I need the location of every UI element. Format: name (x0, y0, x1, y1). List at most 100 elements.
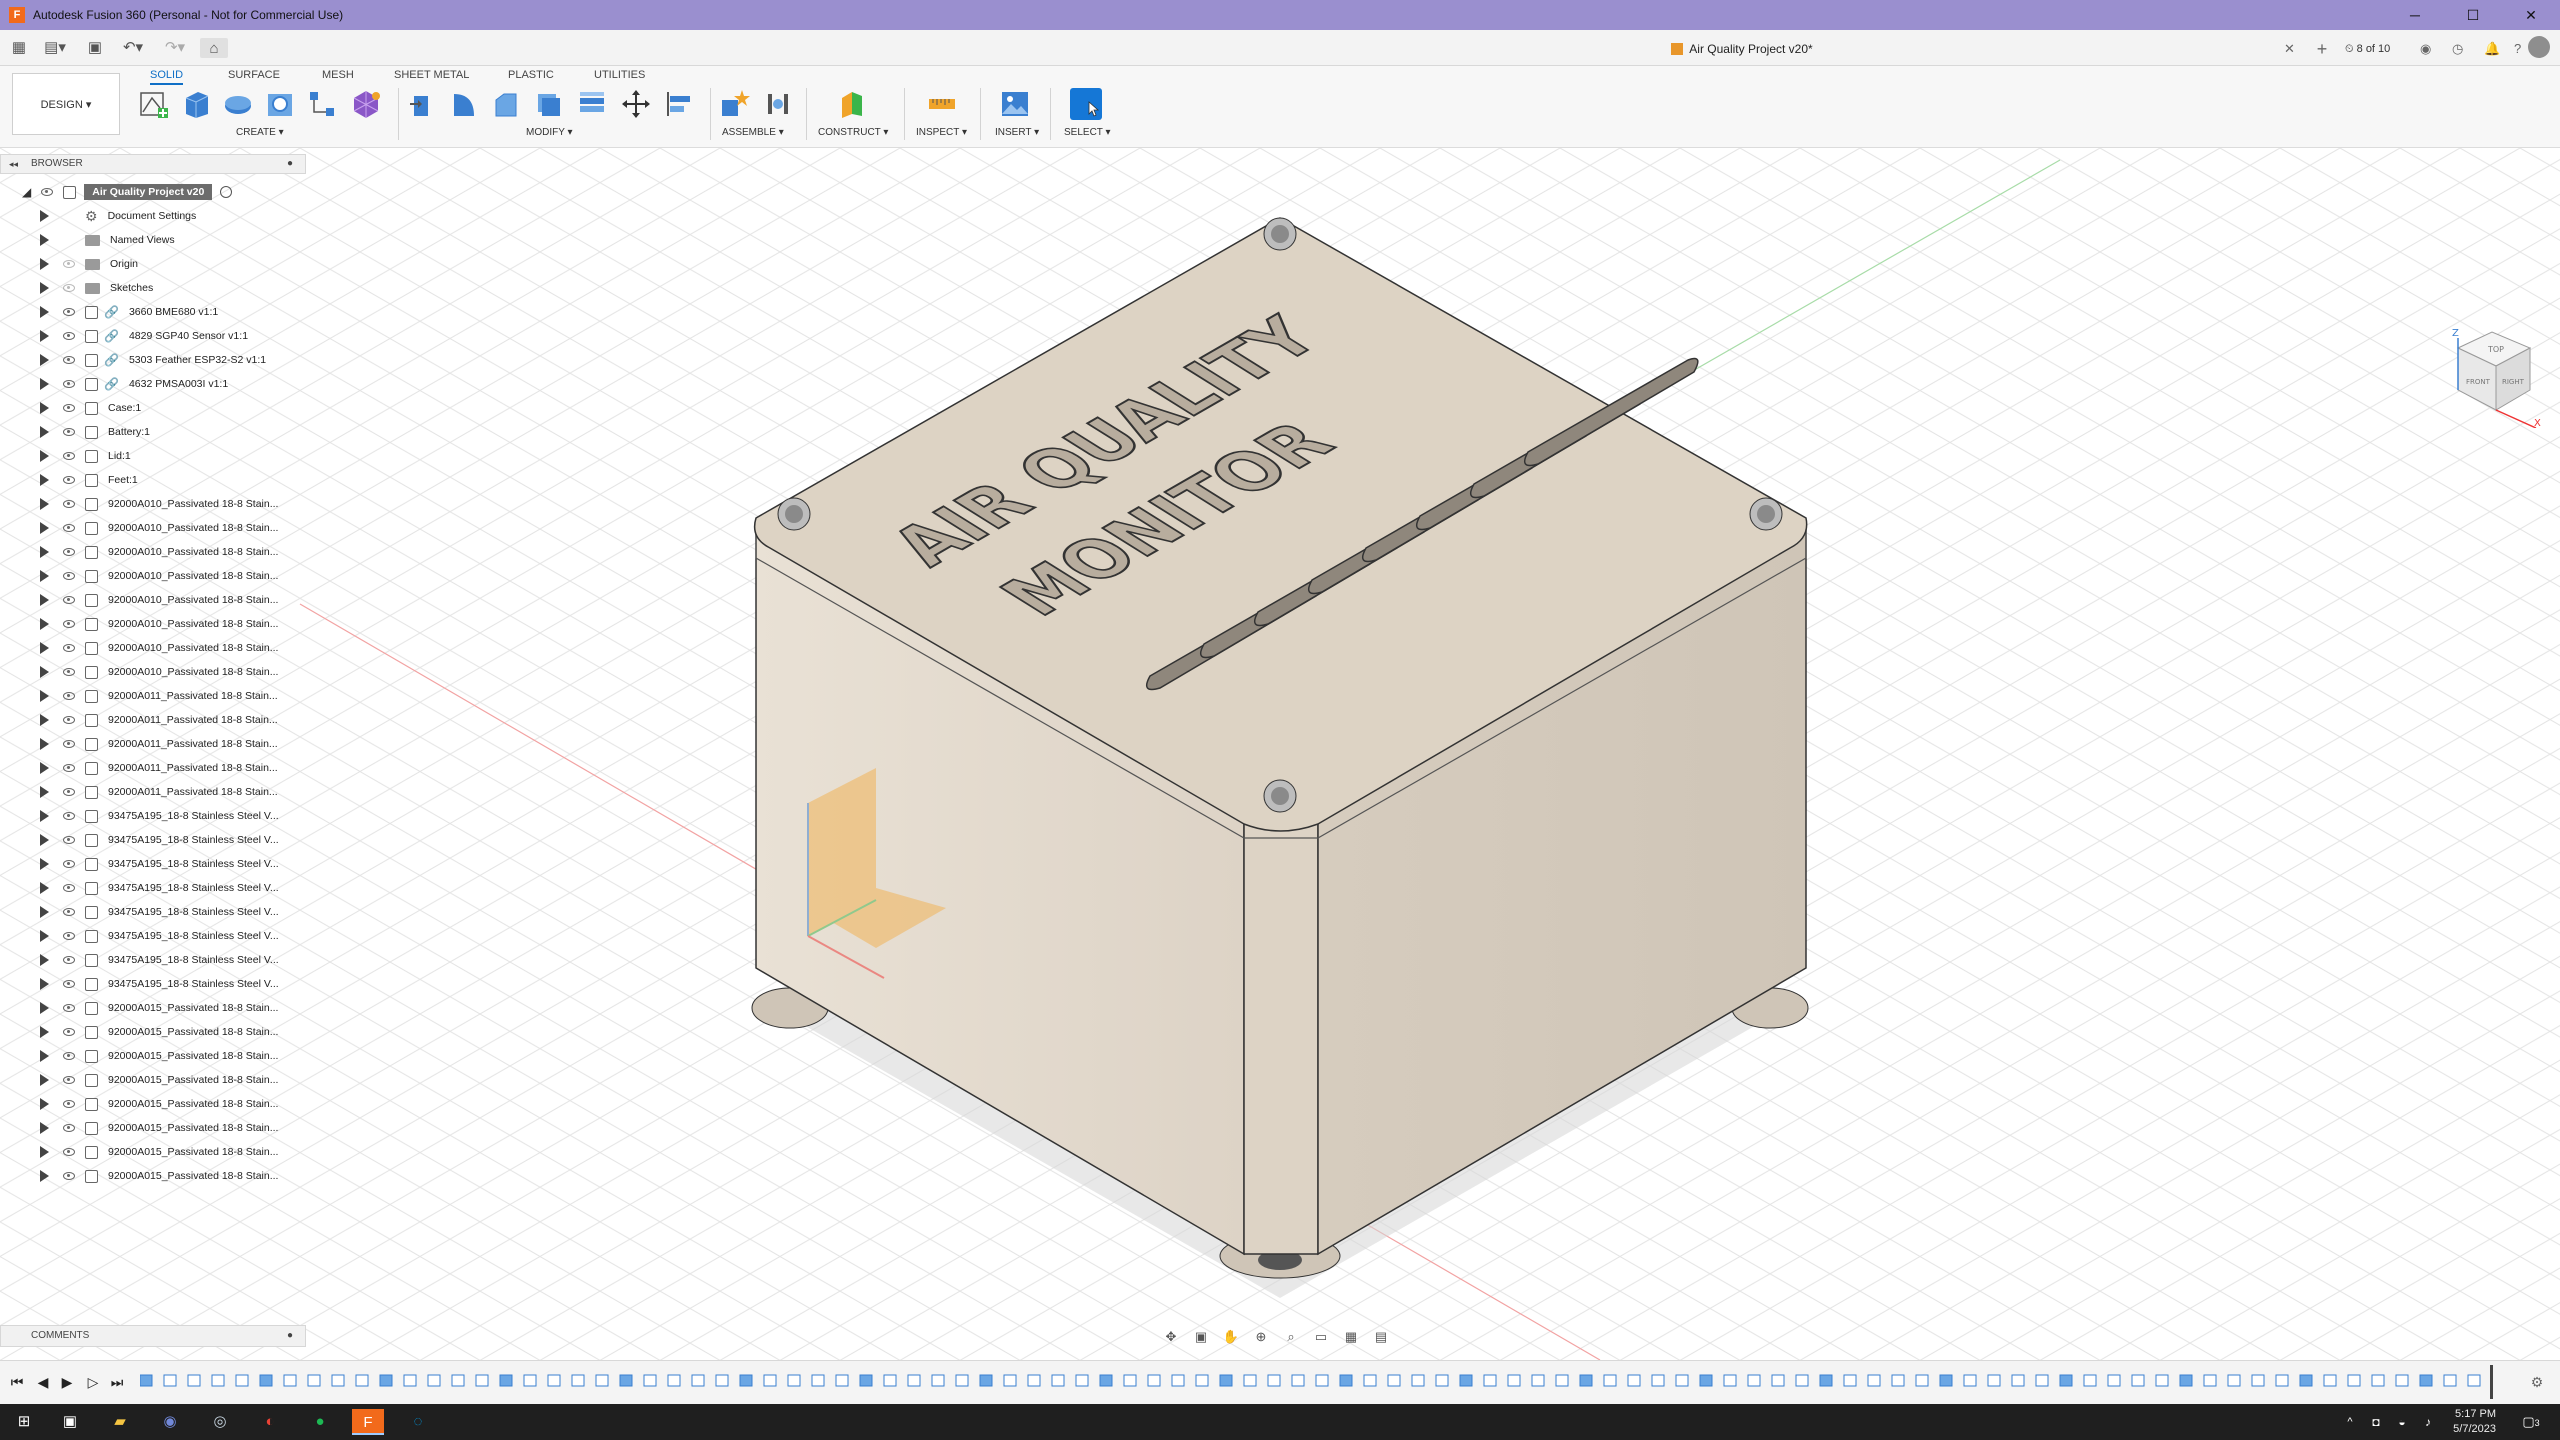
expand-triangle-icon[interactable] (40, 522, 49, 534)
job-status-icon[interactable]: ◷ (2452, 40, 2463, 58)
timeline-feature-icon[interactable] (859, 1374, 873, 1387)
eye-icon[interactable] (63, 356, 75, 364)
eye-icon[interactable] (63, 956, 75, 964)
construct-group-label[interactable]: CONSTRUCT ▾ (818, 127, 888, 138)
expand-triangle-icon[interactable] (40, 834, 49, 846)
timeline-feature-icon[interactable] (1195, 1374, 1209, 1387)
timeline-feature-icon[interactable] (1843, 1374, 1857, 1387)
browser-item[interactable]: 92000A015_Passivated 18-8 Stain... (0, 1164, 300, 1188)
timeline-feature-icon[interactable] (715, 1374, 729, 1387)
timeline-feature-icon[interactable] (235, 1374, 249, 1387)
canvas-viewport[interactable]: AIR QUALITY MONITOR TOP FRONT RIGHT Z X (0, 148, 2560, 1360)
expand-triangle-icon[interactable] (40, 498, 49, 510)
chamfer-icon[interactable] (490, 88, 522, 120)
extrude-icon[interactable] (180, 88, 212, 120)
tab-plastic[interactable]: PLASTIC (508, 68, 554, 82)
select-group-label[interactable]: SELECT ▾ (1064, 127, 1111, 138)
modify-group-label[interactable]: MODIFY ▾ (526, 127, 573, 138)
timeline-feature-icon[interactable] (1795, 1374, 1809, 1387)
display-settings-icon[interactable]: ▭ (1310, 1327, 1332, 1347)
timeline-feature-icon[interactable] (2395, 1374, 2409, 1387)
action-center-icon[interactable]: ▢3 (2516, 1408, 2546, 1436)
add-comment-icon[interactable]: ● (287, 1326, 293, 1346)
view-cube[interactable]: TOP FRONT RIGHT Z X (2440, 318, 2550, 428)
form-icon[interactable] (350, 88, 382, 120)
eye-icon[interactable] (41, 188, 54, 196)
fillet-icon[interactable] (448, 88, 480, 120)
offset-plane-icon[interactable] (836, 88, 868, 120)
timeline-feature-icon[interactable] (1411, 1374, 1425, 1387)
align-icon[interactable] (664, 88, 696, 120)
timeline-feature-icon[interactable] (1891, 1374, 1905, 1387)
browser-item[interactable]: 92000A010_Passivated 18-8 Stain... (0, 636, 300, 660)
model-canvas[interactable]: AIR QUALITY MONITOR (0, 148, 2560, 1360)
orbit-icon[interactable]: ✥ (1160, 1327, 1182, 1347)
insert-group-label[interactable]: INSERT ▾ (995, 127, 1039, 138)
timeline-feature-icon[interactable] (1915, 1374, 1929, 1387)
browser-item[interactable]: 92000A015_Passivated 18-8 Stain... (0, 996, 300, 1020)
eye-icon[interactable] (63, 596, 75, 604)
assemble-group-label[interactable]: ASSEMBLE ▾ (722, 127, 784, 138)
expand-triangle-icon[interactable] (40, 474, 49, 486)
browser-item[interactable]: 92000A011_Passivated 18-8 Stain... (0, 732, 300, 756)
press-pull-icon[interactable] (406, 88, 438, 120)
timeline-feature-icon[interactable] (307, 1374, 321, 1387)
timeline-feature-icon[interactable] (211, 1374, 225, 1387)
eye-icon[interactable] (63, 500, 75, 508)
expand-triangle-icon[interactable] (40, 354, 49, 366)
expand-triangle-icon[interactable] (40, 210, 49, 222)
minimize-button[interactable]: ─ (2386, 0, 2444, 30)
eye-icon[interactable] (63, 428, 75, 436)
spotify-icon[interactable]: ● (304, 1408, 336, 1436)
timeline-feature-icon[interactable] (259, 1374, 273, 1387)
timeline-feature-icon[interactable] (1579, 1374, 1593, 1387)
eye-icon[interactable] (63, 1028, 75, 1036)
expand-triangle-icon[interactable] (40, 666, 49, 678)
fusion-taskbar-icon[interactable]: F (352, 1409, 384, 1435)
timeline-feature-icon[interactable] (811, 1374, 825, 1387)
expand-triangle-icon[interactable] (40, 978, 49, 990)
eye-icon[interactable] (63, 1172, 75, 1180)
eye-icon[interactable] (63, 308, 75, 316)
expand-triangle-icon[interactable] (40, 930, 49, 942)
browser-item[interactable]: 🔗 4829 SGP40 Sensor v1:1 (0, 324, 300, 348)
close-tab-button[interactable]: ✕ (2284, 40, 2295, 58)
timeline-feature-icon[interactable] (2299, 1374, 2313, 1387)
eye-icon[interactable] (63, 1076, 75, 1084)
browser-root[interactable]: ◢ Air Quality Project v20 (0, 180, 300, 204)
file-explorer-icon[interactable]: ▰ (104, 1408, 136, 1436)
expand-triangle-icon[interactable] (40, 1122, 49, 1134)
tab-utilities[interactable]: UTILITIES (594, 68, 645, 82)
notifications-icon[interactable]: 🔔 (2484, 40, 2500, 58)
timeline-feature-icon[interactable] (1267, 1374, 1281, 1387)
timeline-feature-icon[interactable] (1987, 1374, 2001, 1387)
expand-triangle-icon[interactable] (40, 330, 49, 342)
browser-item[interactable]: 92000A015_Passivated 18-8 Stain... (0, 1116, 300, 1140)
eye-icon[interactable] (63, 452, 75, 460)
timeline-feature-icon[interactable] (331, 1374, 345, 1387)
expand-triangle-icon[interactable] (40, 858, 49, 870)
timeline-feature-icon[interactable] (1723, 1374, 1737, 1387)
undo-icon[interactable]: ↶▾ (116, 37, 150, 59)
timeline-feature-icon[interactable] (1291, 1374, 1305, 1387)
expand-triangle-icon[interactable] (40, 738, 49, 750)
step-back-icon[interactable]: ◀ (34, 1373, 52, 1391)
expand-triangle-icon[interactable] (40, 1146, 49, 1158)
timeline-feature-icon[interactable] (427, 1374, 441, 1387)
new-component-icon[interactable] (718, 88, 750, 120)
browser-item[interactable]: Case:1 (0, 396, 300, 420)
timeline-settings-icon[interactable]: ⚙ (2528, 1373, 2546, 1391)
expand-triangle-icon[interactable] (40, 714, 49, 726)
expand-triangle-icon[interactable] (40, 258, 49, 270)
browser-item[interactable]: 93475A195_18-8 Stainless Steel V... (0, 948, 300, 972)
timeline-feature-icon[interactable] (883, 1374, 897, 1387)
hole-icon[interactable] (264, 88, 296, 120)
timeline-feature-icon[interactable] (2371, 1374, 2385, 1387)
online-status-icon[interactable]: ◉ (2420, 40, 2431, 58)
joint-icon[interactable] (762, 88, 794, 120)
pin-icon[interactable]: ● (287, 155, 293, 173)
timeline-features[interactable] (140, 1369, 2500, 1399)
eye-icon[interactable] (63, 284, 75, 292)
browser-item[interactable]: ⚙ Document Settings (0, 204, 300, 228)
volume-icon[interactable]: ♪ (2418, 1408, 2438, 1436)
